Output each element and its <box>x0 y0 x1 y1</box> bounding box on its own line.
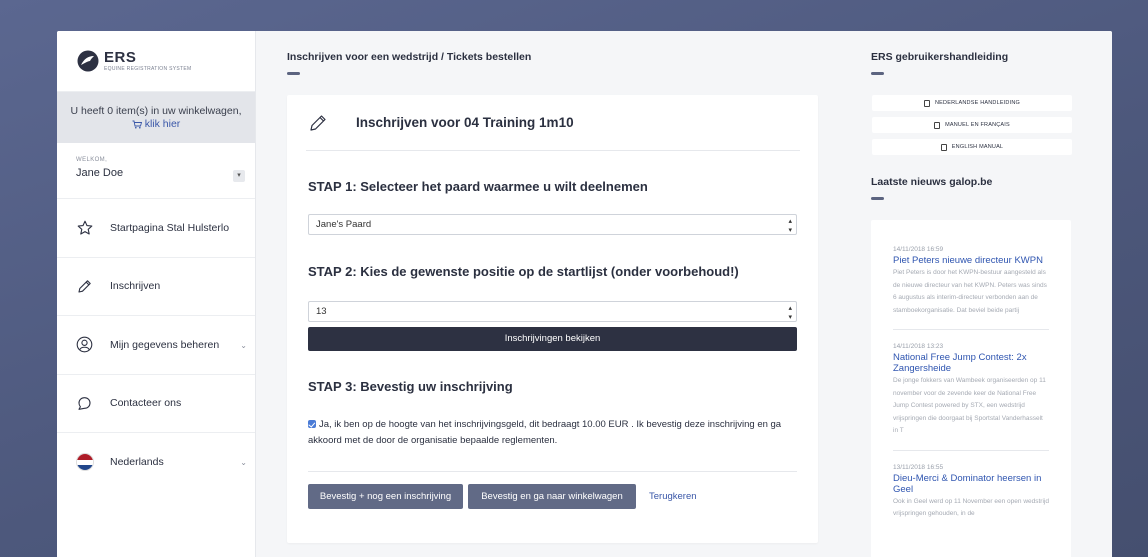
manual-label: ENGLISH MANUAL <box>951 144 1004 150</box>
user-icon <box>76 336 93 353</box>
news-item[interactable]: 14/11/2018 13:23 National Free Jump Cont… <box>893 343 1049 451</box>
news-date: 13/11/2018 16:55 <box>893 463 944 471</box>
news-title[interactable]: Piet Peters nieuwe directeur KWPN <box>893 255 1049 266</box>
sidebar-item-mijn-gegevens[interactable]: Mijn gegevens beheren ⌄ <box>57 316 255 375</box>
news-excerpt: De jonge fokkers van Wambeek organiseerd… <box>893 377 1046 434</box>
sidebar-item-language[interactable]: Nederlands ⌄ <box>57 433 255 492</box>
confirm-another-button[interactable]: Bevestig + nog een inschrijving <box>308 484 463 509</box>
position-select-value: 13 <box>316 306 327 317</box>
horse-select-value: Jane's Paard <box>316 219 372 230</box>
news-feed: 14/11/2018 16:59 Piet Peters nieuwe dire… <box>871 220 1071 557</box>
right-sidebar: ERS gebruikershandleiding NEDERLANDSE HA… <box>848 31 1112 557</box>
chat-icon <box>76 395 93 412</box>
manual-label: NEDERLANDSE HANDLEIDING <box>935 100 1020 106</box>
app-frame: ERS EQUINE REGISTRATION SYSTEM U heeft 0… <box>57 31 1112 557</box>
select-arrows-icon: ▴ ▾ <box>788 218 792 234</box>
document-icon <box>940 143 947 151</box>
news-heading: Laatste nieuws galop.be <box>871 176 993 188</box>
news-item[interactable]: 14/11/2018 16:59 Piet Peters nieuwe dire… <box>893 246 1049 330</box>
select-arrows-icon: ▴ ▾ <box>788 305 792 321</box>
heading-accent <box>871 72 884 75</box>
card-title: Inschrijven voor 04 Training 1m10 <box>356 115 574 130</box>
sidebar-item-contact[interactable]: Contacteer ons <box>57 375 255 433</box>
back-link[interactable]: Terugkeren <box>649 484 697 509</box>
position-select[interactable]: 13 ▴ ▾ <box>308 301 797 322</box>
news-excerpt: Ook in Geel werd op 11 November een open… <box>893 497 1049 518</box>
confirm-checkbox[interactable] <box>308 420 316 428</box>
confirm-checkbox-row: Ja, ik ben op de hoogte van het inschrij… <box>308 417 803 449</box>
manual-link-en[interactable]: ENGLISH MANUAL <box>872 139 1072 155</box>
horse-select[interactable]: Jane's Paard ▴ ▾ <box>308 214 797 235</box>
cart-link[interactable]: klik hier <box>132 118 181 131</box>
manual-heading: ERS gebruikershandleiding <box>871 51 1009 63</box>
manual-link-nl[interactable]: NEDERLANDSE HANDLEIDING <box>872 95 1072 111</box>
sidebar: ERS EQUINE REGISTRATION SYSTEM U heeft 0… <box>57 31 256 557</box>
pencil-icon <box>76 278 93 295</box>
news-item[interactable]: 13/11/2018 16:55 Dieu-Merci & Dominator … <box>893 464 1049 533</box>
chevron-down-icon: ⌄ <box>240 341 247 350</box>
welcome-label: WELKOM, <box>76 157 108 163</box>
sidebar-item-label: Mijn gegevens beheren <box>110 338 220 351</box>
cart-icon <box>132 120 142 129</box>
heading-accent <box>871 197 884 200</box>
view-registrations-button[interactable]: Inschrijvingen bekijken <box>308 327 797 351</box>
manual-label: MANUEL EN FRANÇAIS <box>945 122 1010 128</box>
sidebar-item-label: Startpagina Stal Hulsterlo <box>110 221 230 234</box>
user-name: Jane Doe <box>76 167 124 179</box>
brand-tagline: EQUINE REGISTRATION SYSTEM <box>104 66 192 72</box>
flag-nl-icon <box>76 454 93 471</box>
step1-heading: STAP 1: Selecteer het paard waarmee u wi… <box>308 179 648 194</box>
user-menu-toggle[interactable]: ▾ <box>233 170 245 182</box>
page-title: Inschrijven voor een wedstrijd / Tickets… <box>287 51 532 63</box>
step2-heading: STAP 2: Kies de gewenste positie op de s… <box>308 264 739 279</box>
card-header: Inschrijven voor 04 Training 1m10 <box>306 95 800 151</box>
user-welcome: WELKOM, Jane Doe ▾ <box>57 143 255 199</box>
star-icon <box>76 219 93 236</box>
news-title[interactable]: Dieu-Merci & Dominator heersen in Geel <box>893 473 1049 495</box>
cart-link-label: klik hier <box>144 118 181 130</box>
news-date: 14/11/2018 13:23 <box>893 343 944 350</box>
pencil-icon <box>310 114 326 131</box>
logo[interactable]: ERS EQUINE REGISTRATION SYSTEM <box>57 31 255 92</box>
document-icon <box>924 99 930 107</box>
news-date: 14/11/2018 16:59 <box>893 246 944 253</box>
document-icon <box>934 121 941 129</box>
sidebar-item-label: Nederlands <box>110 456 164 469</box>
news-title[interactable]: National Free Jump Contest: 2x Zangershe… <box>893 352 1049 374</box>
sidebar-item-startpagina[interactable]: Startpagina Stal Hulsterlo <box>57 199 255 258</box>
chevron-down-icon: ⌄ <box>240 458 247 467</box>
cart-notice: U heeft 0 item(s) in uw winkelwagen, kli… <box>57 92 255 143</box>
divider <box>308 471 797 472</box>
horse-logo-icon <box>77 50 99 72</box>
confirm-cart-button[interactable]: Bevestig en ga naar winkelwagen <box>468 484 636 509</box>
step3-heading: STAP 3: Bevestig uw inschrijving <box>308 379 513 394</box>
confirm-text: Ja, ik ben op de hoogte van het inschrij… <box>308 419 782 446</box>
main-content: Inschrijven voor een wedstrijd / Tickets… <box>256 31 848 557</box>
title-accent <box>287 72 300 75</box>
brand-name: ERS <box>104 49 137 66</box>
sidebar-item-label: Inschrijven <box>110 280 161 293</box>
sidebar-item-inschrijven[interactable]: Inschrijven <box>57 258 255 316</box>
sidebar-item-label: Contacteer ons <box>110 397 182 410</box>
news-excerpt: Piet Peters is door het KWPN-bestuur aan… <box>893 269 1047 314</box>
manual-link-fr[interactable]: MANUEL EN FRANÇAIS <box>872 117 1072 133</box>
cart-text: U heeft 0 item(s) in uw winkelwagen, <box>70 105 242 117</box>
registration-card: Inschrijven voor 04 Training 1m10 STAP 1… <box>287 95 818 543</box>
